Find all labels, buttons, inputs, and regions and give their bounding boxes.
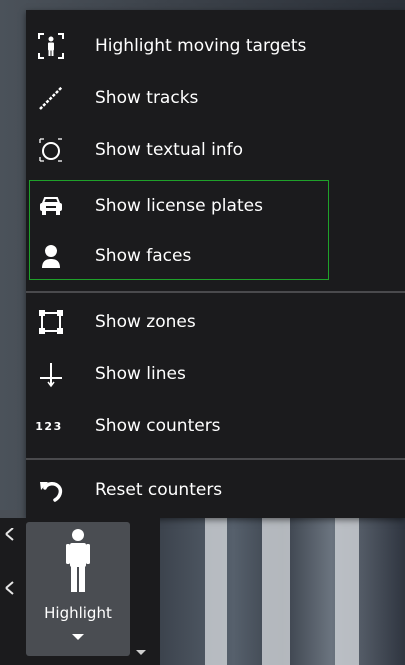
scene-pillar bbox=[205, 515, 227, 665]
textual-info-icon bbox=[36, 135, 66, 165]
menu-item-label: Highlight moving targets bbox=[95, 36, 307, 56]
line-cross-icon bbox=[36, 359, 66, 389]
menu-separator bbox=[26, 458, 405, 460]
menu-item-show-tracks[interactable]: Show tracks bbox=[26, 72, 405, 124]
menu-item-highlight-moving-targets[interactable]: Highlight moving targets bbox=[26, 20, 405, 72]
menu-item-show-counters[interactable]: 123 Show counters bbox=[26, 400, 405, 452]
target-person-icon bbox=[36, 31, 66, 61]
menu-item-show-lines[interactable]: Show lines bbox=[26, 348, 405, 400]
person-icon bbox=[64, 528, 92, 602]
menu-item-label: Show zones bbox=[95, 312, 196, 332]
face-person-icon bbox=[36, 241, 66, 271]
menu-item-show-zones[interactable]: Show zones bbox=[26, 296, 405, 348]
menu-item-label: Show lines bbox=[95, 364, 186, 384]
menu-separator bbox=[26, 291, 405, 293]
menu-item-show-license-plates[interactable]: Show license plates bbox=[26, 180, 405, 232]
menu-item-label: Show counters bbox=[95, 416, 221, 436]
menu-item-label: Show textual info bbox=[95, 140, 244, 160]
reset-arrow-icon bbox=[36, 475, 66, 505]
chevron-down-icon bbox=[72, 634, 84, 640]
menu-item-label: Show license plates bbox=[95, 196, 263, 216]
counter-123-icon-text: 123 bbox=[35, 419, 63, 433]
drag-handle-icon[interactable] bbox=[4, 527, 16, 628]
track-line-icon bbox=[36, 83, 66, 113]
highlight-button-label: Highlight bbox=[44, 604, 112, 622]
menu-item-label: Show faces bbox=[95, 246, 192, 266]
menu-item-reset-counters[interactable]: Reset counters bbox=[26, 464, 405, 516]
scene-pillar bbox=[335, 515, 359, 665]
car-icon bbox=[36, 191, 66, 221]
highlight-button[interactable]: Highlight bbox=[26, 522, 130, 656]
zone-square-icon bbox=[36, 307, 66, 337]
menu-item-show-textual-info[interactable]: Show textual info bbox=[26, 124, 405, 176]
menu-item-label: Reset counters bbox=[95, 480, 223, 500]
display-options-menu: Highlight moving targets Show tracks Sho… bbox=[26, 10, 405, 518]
chevron-down-icon[interactable] bbox=[136, 650, 146, 655]
menu-item-label: Show tracks bbox=[95, 88, 199, 108]
counter-123-icon: 123 bbox=[32, 411, 66, 441]
menu-item-show-faces[interactable]: Show faces bbox=[26, 230, 405, 282]
scene-pillar bbox=[262, 515, 290, 665]
